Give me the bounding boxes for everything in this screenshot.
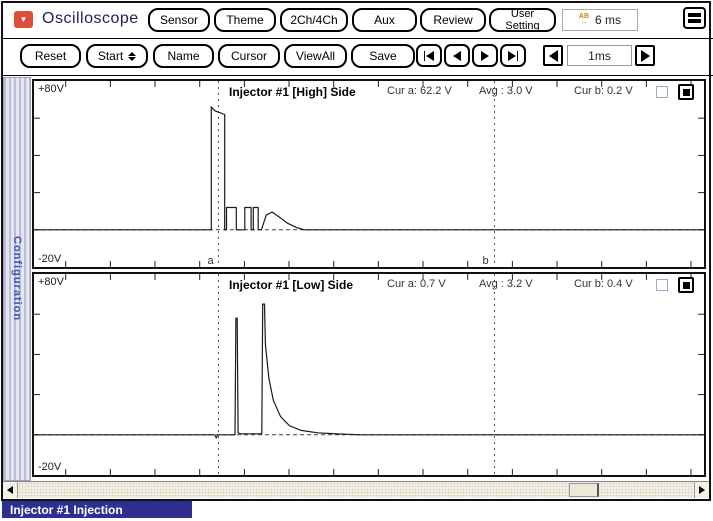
right-arrow-icon [699, 486, 705, 494]
cursor-b-readout: Cur b: 0.4 V [574, 278, 633, 290]
app-title: Oscilloscope [42, 10, 139, 28]
skip-to-end-icon [508, 51, 516, 61]
channel-2-title: Injector #1 [Low] Side [229, 278, 353, 292]
scope-channel-2-waveform[interactable] [34, 274, 704, 475]
avg-readout: Avg : 3.2 V [479, 278, 533, 290]
sensor-button[interactable]: Sensor [148, 8, 210, 32]
cursor-delta-value: 6 ms [595, 13, 621, 27]
start-button-label: Start [98, 49, 123, 63]
viewall-button[interactable]: ViewAll [284, 44, 347, 68]
name-button[interactable]: Name [153, 44, 214, 68]
avg-readout: Avg : 3.0 V [479, 85, 533, 97]
skip-to-start-icon [424, 51, 425, 61]
cursor-delta-readout: AB ↔ 6 ms [562, 9, 638, 31]
horizontal-scrollbar[interactable] [3, 481, 709, 498]
timebase-value-field[interactable]: 1ms [567, 45, 632, 66]
left-arrow-icon [549, 50, 558, 62]
theme-button[interactable]: Theme [214, 8, 276, 32]
timebase-decrease-button[interactable] [543, 45, 563, 66]
scope-channel-1-waveform[interactable]: ab [34, 81, 704, 267]
channel-show-checkbox[interactable] [678, 277, 694, 293]
step-back-button[interactable] [444, 44, 470, 67]
channel-hide-checkbox[interactable] [656, 279, 668, 291]
start-spinner-icon[interactable] [128, 52, 136, 61]
reset-button[interactable]: Reset [20, 44, 81, 68]
status-tab[interactable]: Injector #1 Injection [2, 501, 192, 518]
ab-measure-icon: AB ↔ [579, 14, 589, 26]
step-back-icon [453, 51, 461, 61]
svg-text:b: b [483, 255, 489, 267]
start-button[interactable]: Start [86, 44, 148, 68]
user-setting-button[interactable]: User Setting [489, 8, 556, 32]
step-forward-button[interactable] [472, 44, 498, 67]
scope-channel-1-panel: ab +80V -20V Injector #1 [High] Side Cur… [32, 79, 706, 269]
oscilloscope-app: ▼ Oscilloscope Sensor Theme 2Ch/4Ch Aux … [0, 0, 713, 521]
cursor-a-readout: Cur a: 0.7 V [387, 278, 446, 290]
channel-show-checkbox[interactable] [678, 84, 694, 100]
skip-to-start-button[interactable] [416, 44, 442, 67]
y-min-label: -20V [38, 461, 61, 473]
sidebar-tab-label: Configuration [11, 236, 23, 321]
timebase-increase-button[interactable] [635, 45, 655, 66]
y-max-label: +80V [38, 276, 64, 288]
save-button[interactable]: Save [351, 44, 415, 68]
channel-mode-button[interactable]: 2Ch/4Ch [280, 8, 348, 32]
y-min-label: -20V [38, 253, 61, 265]
left-arrow-icon [7, 486, 13, 494]
scroll-left-button[interactable] [3, 482, 18, 498]
aux-button[interactable]: Aux [352, 8, 417, 32]
app-window: ▼ Oscilloscope Sensor Theme 2Ch/4Ch Aux … [1, 1, 711, 501]
skip-to-end-button[interactable] [500, 44, 526, 67]
svg-text:a: a [207, 255, 214, 267]
y-max-label: +80V [38, 83, 64, 95]
right-arrow-icon [641, 50, 650, 62]
scroll-right-button[interactable] [694, 482, 709, 498]
list-menu-icon[interactable] [683, 7, 706, 29]
toolbar-divider-2 [3, 75, 713, 76]
scope-channel-2-panel: +80V -20V Injector #1 [Low] Side Cur a: … [32, 272, 706, 477]
channel-hide-checkbox[interactable] [656, 86, 668, 98]
sidebar-tab-configuration[interactable]: Configuration [3, 77, 31, 481]
app-menu-icon[interactable]: ▼ [14, 11, 33, 28]
cursor-button[interactable]: Cursor [218, 44, 280, 68]
channel-1-title: Injector #1 [High] Side [229, 85, 356, 99]
scrollbar-thumb[interactable] [569, 483, 599, 497]
review-button[interactable]: Review [420, 8, 486, 32]
cursor-b-readout: Cur b: 0.2 V [574, 85, 633, 97]
cursor-a-readout: Cur a: 62.2 V [387, 85, 452, 97]
toolbar-divider [3, 38, 713, 39]
step-forward-icon [481, 51, 489, 61]
